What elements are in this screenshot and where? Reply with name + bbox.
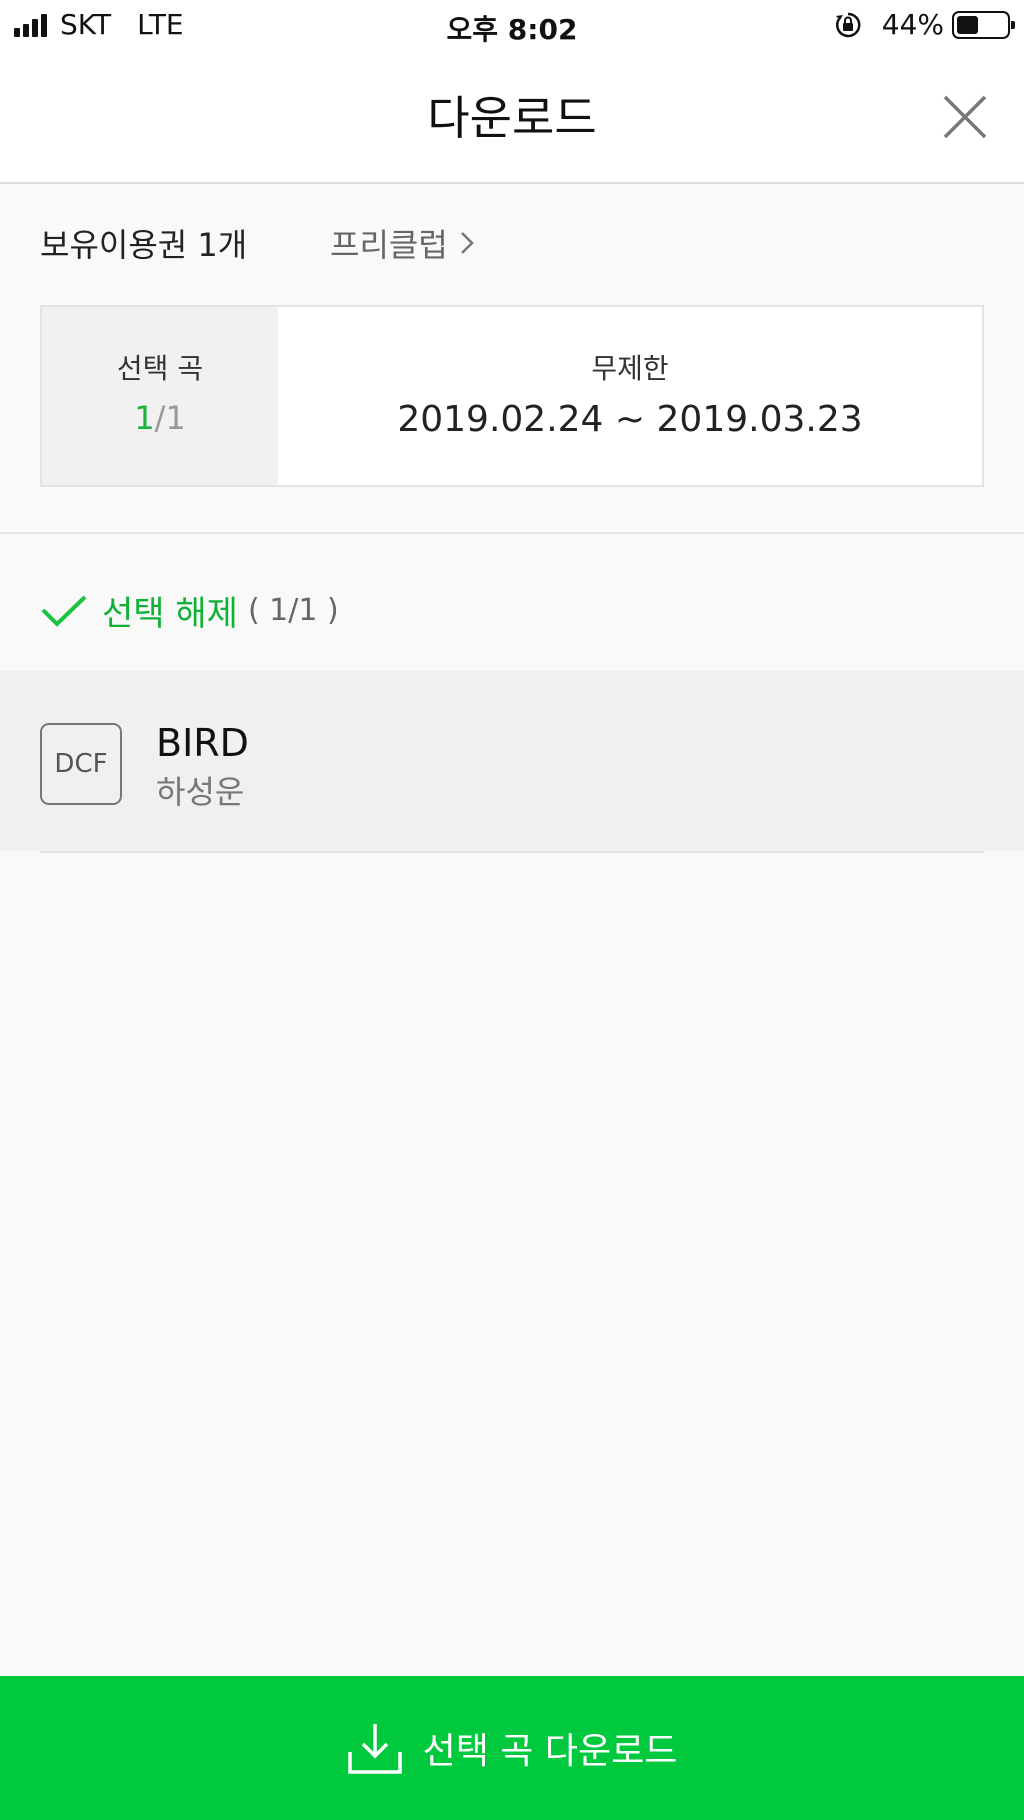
battery-icon bbox=[952, 10, 1015, 39]
track-title: BIRD bbox=[156, 721, 249, 765]
track-artist: 하성운 bbox=[156, 773, 245, 811]
divider bbox=[40, 851, 984, 853]
check-icon bbox=[41, 595, 87, 627]
selection-counter: ( 1/1 ) bbox=[247, 593, 339, 628]
battery-fill bbox=[957, 15, 978, 34]
status-bar: SKT LTE 오후 8:02 44% bbox=[0, 0, 1024, 52]
download-screen: SKT LTE 오후 8:02 44% 다운로드 보유이용권 1개 프리클럽 선… bbox=[0, 0, 1024, 1820]
close-icon[interactable] bbox=[940, 92, 990, 142]
download-button-label: 선택 곡 다운로드 bbox=[422, 1731, 678, 1772]
deselect-label: 선택 해제 bbox=[102, 594, 238, 634]
download-info-box: 선택 곡 1/1 무제한 2019.02.24 ~ 2019.03.23 bbox=[40, 305, 984, 487]
selected-count-panel: 선택 곡 1/1 bbox=[42, 307, 278, 485]
selected-count-total: /1 bbox=[154, 399, 186, 437]
selected-count-value: 1 bbox=[134, 399, 155, 437]
selected-count: 1/1 bbox=[42, 399, 278, 437]
plan-period: 2019.02.24 ~ 2019.03.23 bbox=[397, 399, 863, 440]
plan-panel: 무제한 2019.02.24 ~ 2019.03.23 bbox=[278, 307, 982, 485]
freeclub-link[interactable]: 프리클럽 bbox=[330, 220, 474, 266]
voucher-label: 보유이용권 1개 bbox=[40, 226, 248, 264]
status-right: 44% bbox=[834, 8, 1015, 41]
page-title: 다운로드 bbox=[427, 91, 597, 145]
deselect-all-toggle[interactable]: 선택 해제 ( 1/1 ) bbox=[40, 586, 339, 635]
battery-percent: 44% bbox=[881, 8, 944, 41]
freeclub-label: 프리클럽 bbox=[330, 226, 448, 264]
divider bbox=[0, 532, 1024, 534]
track-row[interactable]: DCF BIRD 하성운 bbox=[0, 671, 1024, 851]
download-icon bbox=[347, 1724, 402, 1774]
voucher-count: 보유이용권 1개 bbox=[40, 220, 247, 266]
dcf-format-badge: DCF bbox=[40, 723, 122, 805]
chevron-right-icon bbox=[460, 232, 474, 254]
header: 다운로드 bbox=[0, 52, 1024, 184]
download-selected-button[interactable]: 선택 곡 다운로드 bbox=[0, 1676, 1024, 1820]
rotation-lock-icon bbox=[835, 12, 861, 37]
plan-label: 무제한 bbox=[591, 352, 669, 385]
selected-label: 선택 곡 bbox=[116, 352, 204, 385]
